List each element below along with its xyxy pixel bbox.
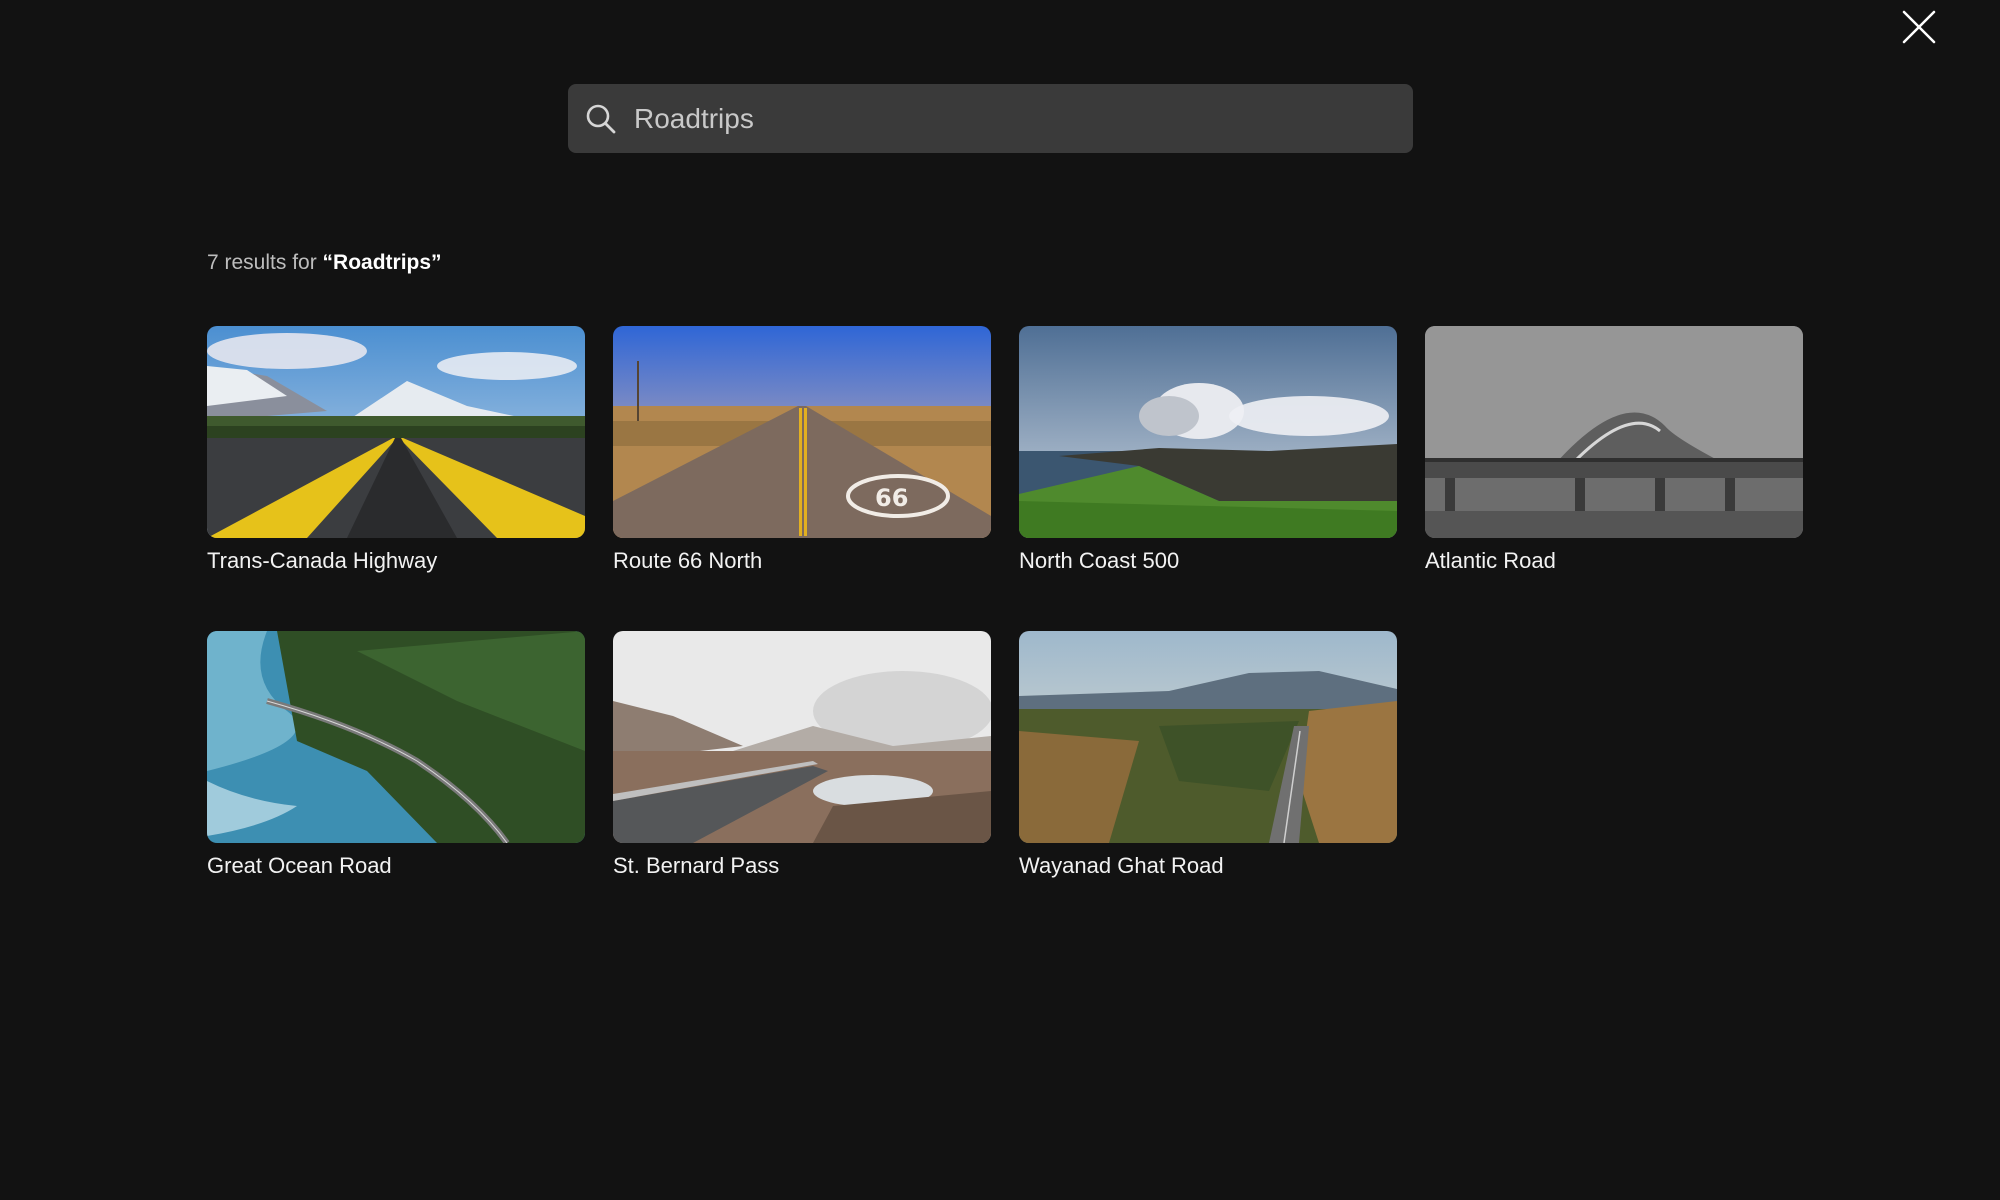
result-card[interactable]: North Coast 500 — [1019, 326, 1397, 575]
results-grid: Trans-Canada Highway 66 Route 66 North N… — [207, 326, 1807, 880]
result-card[interactable]: Trans-Canada Highway — [207, 326, 585, 575]
coast-photo — [1019, 326, 1397, 538]
results-count-text: 7 results for — [207, 251, 323, 274]
card-title: Atlantic Road — [1425, 548, 1556, 573]
result-card[interactable]: Atlantic Road — [1425, 326, 1803, 575]
road-photo: 66 — [613, 326, 991, 538]
card-title: St. Bernard Pass — [613, 853, 780, 878]
search-bar[interactable] — [568, 84, 1413, 153]
result-card[interactable]: Wayanad Ghat Road — [1019, 631, 1397, 880]
search-input[interactable] — [634, 84, 1394, 153]
valley-road-photo — [1019, 631, 1397, 843]
mountain-road-photo — [613, 631, 991, 843]
road-photo — [207, 326, 585, 538]
bridge-photo — [1425, 326, 1803, 538]
results-count: 7 results for “Roadtrips” — [207, 251, 442, 275]
card-title: Route 66 North — [613, 548, 763, 573]
card-title: North Coast 500 — [1019, 548, 1180, 573]
result-card[interactable]: St. Bernard Pass — [613, 631, 991, 880]
close-button[interactable] — [1898, 6, 1940, 48]
card-title: Trans-Canada Highway — [207, 548, 438, 573]
card-title: Great Ocean Road — [207, 853, 392, 878]
result-card[interactable]: 66 Route 66 North — [613, 326, 991, 575]
results-query: “Roadtrips” — [322, 251, 442, 274]
close-icon — [1902, 10, 1936, 44]
svg-text:66: 66 — [875, 484, 908, 512]
search-icon — [586, 104, 616, 134]
result-card[interactable]: Great Ocean Road — [207, 631, 585, 880]
card-title: Wayanad Ghat Road — [1019, 853, 1224, 878]
coast-road-photo — [207, 631, 585, 843]
